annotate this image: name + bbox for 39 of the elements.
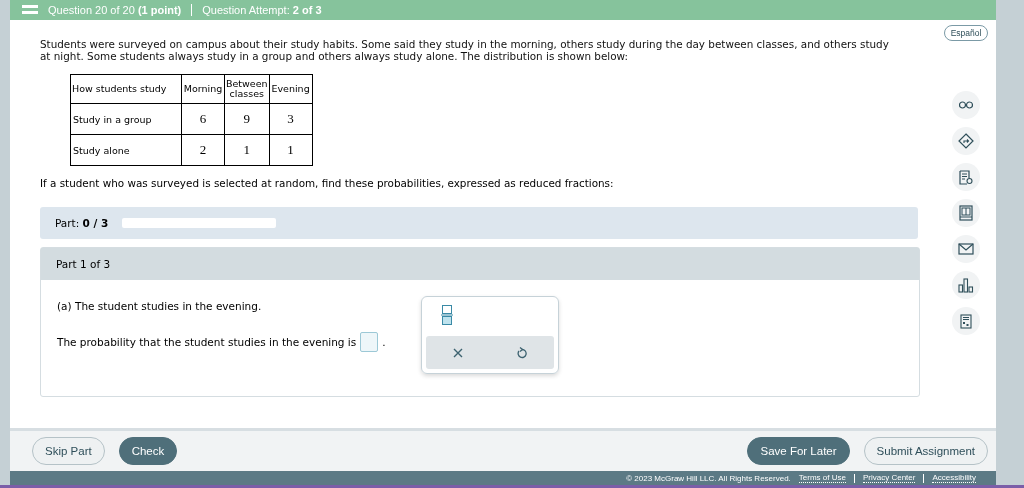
attempt-count: Question Attempt: 2 of 3: [202, 4, 322, 16]
copyright-text: © 2023 McGraw Hill LLC. All Rights Reserved.: [626, 473, 791, 483]
question-text: If a student who was surveyed is selected at random, find these probabilities, expressed as reduced fractions:: [40, 177, 615, 189]
undo-icon[interactable]: [516, 346, 528, 359]
column-header: Evening: [269, 74, 313, 104]
calculator-icon[interactable]: [952, 307, 980, 335]
progress-label: Part: 0 / 3: [55, 217, 109, 229]
table-cell: 2: [181, 134, 225, 166]
question-number: Question 20 of 20 (1 point): [48, 4, 182, 16]
check-button[interactable]: Check: [118, 437, 178, 465]
table-cell: 1: [224, 134, 270, 166]
mail-icon[interactable]: [952, 235, 980, 263]
document-icon[interactable]: [952, 163, 980, 191]
part-title: Part 1 of 3: [56, 258, 111, 270]
footer-link[interactable]: Terms of Use: [798, 473, 846, 483]
book-icon[interactable]: [952, 199, 980, 227]
part-prompt: (a) The student studies in the evening.: [57, 300, 263, 312]
column-header: How students study: [70, 74, 182, 104]
column-header: Between classes: [224, 74, 270, 104]
glasses-icon[interactable]: [952, 91, 980, 119]
column-header: Morning: [181, 74, 225, 104]
footer-link[interactable]: Privacy Center: [862, 473, 916, 483]
submit-assignment-button[interactable]: Submit Assignment: [863, 437, 988, 465]
language-button[interactable]: Español: [943, 25, 989, 41]
bar-chart-icon[interactable]: [952, 271, 980, 299]
answer-period: .: [382, 336, 386, 348]
skip-part-button[interactable]: Skip Part: [32, 437, 105, 465]
table-cell: 1: [269, 134, 313, 166]
table-cell: 9: [224, 103, 270, 135]
fraction-icon[interactable]: [441, 305, 453, 325]
table-cell: Study in a group: [70, 103, 182, 135]
intro-text: Students were surveyed on campus about their study habits. Some said they study in the morning, others study during the day between classes, and others study at night. Some students always study in a group and others always study alone. The distribution is shown below:: [40, 38, 890, 62]
table-cell: 3: [269, 103, 313, 135]
footer-link[interactable]: Accessibility: [932, 473, 976, 483]
table-cell: Study alone: [70, 134, 182, 166]
save-for-later-button[interactable]: Save For Later: [747, 437, 850, 465]
table-cell: 6: [181, 103, 225, 135]
answer-text: The probability that the student studies in the evening is: [57, 336, 357, 348]
close-icon[interactable]: [452, 347, 463, 358]
